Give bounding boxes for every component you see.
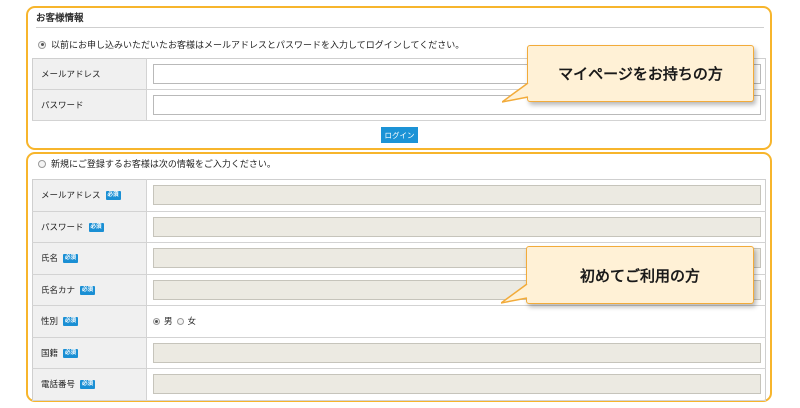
- member-callout-pointer: [502, 82, 529, 103]
- required-badge: 必須: [80, 285, 96, 295]
- required-badge: 必須: [63, 254, 79, 264]
- required-badge: 必須: [63, 317, 79, 327]
- nationality-field[interactable]: [153, 342, 761, 363]
- required-badge: 必須: [63, 348, 79, 358]
- required-badge: 必須: [105, 191, 121, 201]
- table-row: 電話番号 必須: [32, 368, 766, 401]
- guest-radio-label: 新規にご登録するお客様は次の情報をご入力ください。: [51, 160, 276, 170]
- member-callout: マイページをお持ちの方: [527, 45, 754, 102]
- guest-callout-pointer: [501, 283, 528, 304]
- member-radio-label: 以前にお申し込みいただいたお客様はメールアドレスとパスワードを入力してログインし…: [51, 41, 465, 51]
- gender-female-radio[interactable]: [176, 317, 184, 325]
- required-badge: 必須: [88, 222, 104, 232]
- nationality-label: 国籍: [41, 348, 59, 359]
- gender-options: 男 女: [153, 315, 761, 327]
- guest-option-row[interactable]: 新規にご登録するお客様は次の情報をご入力ください。: [38, 157, 276, 170]
- name-kana-label: 氏名カナ: [41, 285, 76, 296]
- table-row: 国籍 必須: [32, 337, 766, 369]
- login-button[interactable]: ログイン: [381, 127, 418, 143]
- register-email-field[interactable]: [153, 185, 761, 206]
- gender-male-label[interactable]: 男: [164, 315, 173, 327]
- member-option-row[interactable]: 以前にお申し込みいただいたお客様はメールアドレスとパスワードを入力してログインし…: [38, 38, 464, 51]
- phone-field[interactable]: [153, 374, 761, 395]
- section-heading: お客様情報: [36, 10, 764, 28]
- guest-callout: 初めてご利用の方: [526, 246, 754, 304]
- gender-female-label[interactable]: 女: [188, 315, 197, 327]
- password-label: パスワード: [41, 222, 84, 233]
- table-row: メールアドレス 必須: [32, 179, 766, 212]
- gender-male-radio[interactable]: [153, 317, 160, 325]
- required-badge: 必須: [80, 380, 96, 390]
- password-label: パスワード: [32, 89, 147, 121]
- table-row: パスワード 必須: [32, 211, 766, 243]
- guest-radio[interactable]: [38, 159, 46, 168]
- phone-label: 電話番号: [41, 380, 76, 391]
- gender-label: 性別: [41, 317, 59, 328]
- email-label: メールアドレス: [32, 58, 147, 90]
- member-radio[interactable]: [38, 40, 46, 49]
- name-label: 氏名: [41, 254, 59, 265]
- email-label: メールアドレス: [41, 191, 101, 202]
- register-password-field[interactable]: [153, 216, 761, 237]
- table-row: 性別 必須 男 女: [32, 305, 766, 338]
